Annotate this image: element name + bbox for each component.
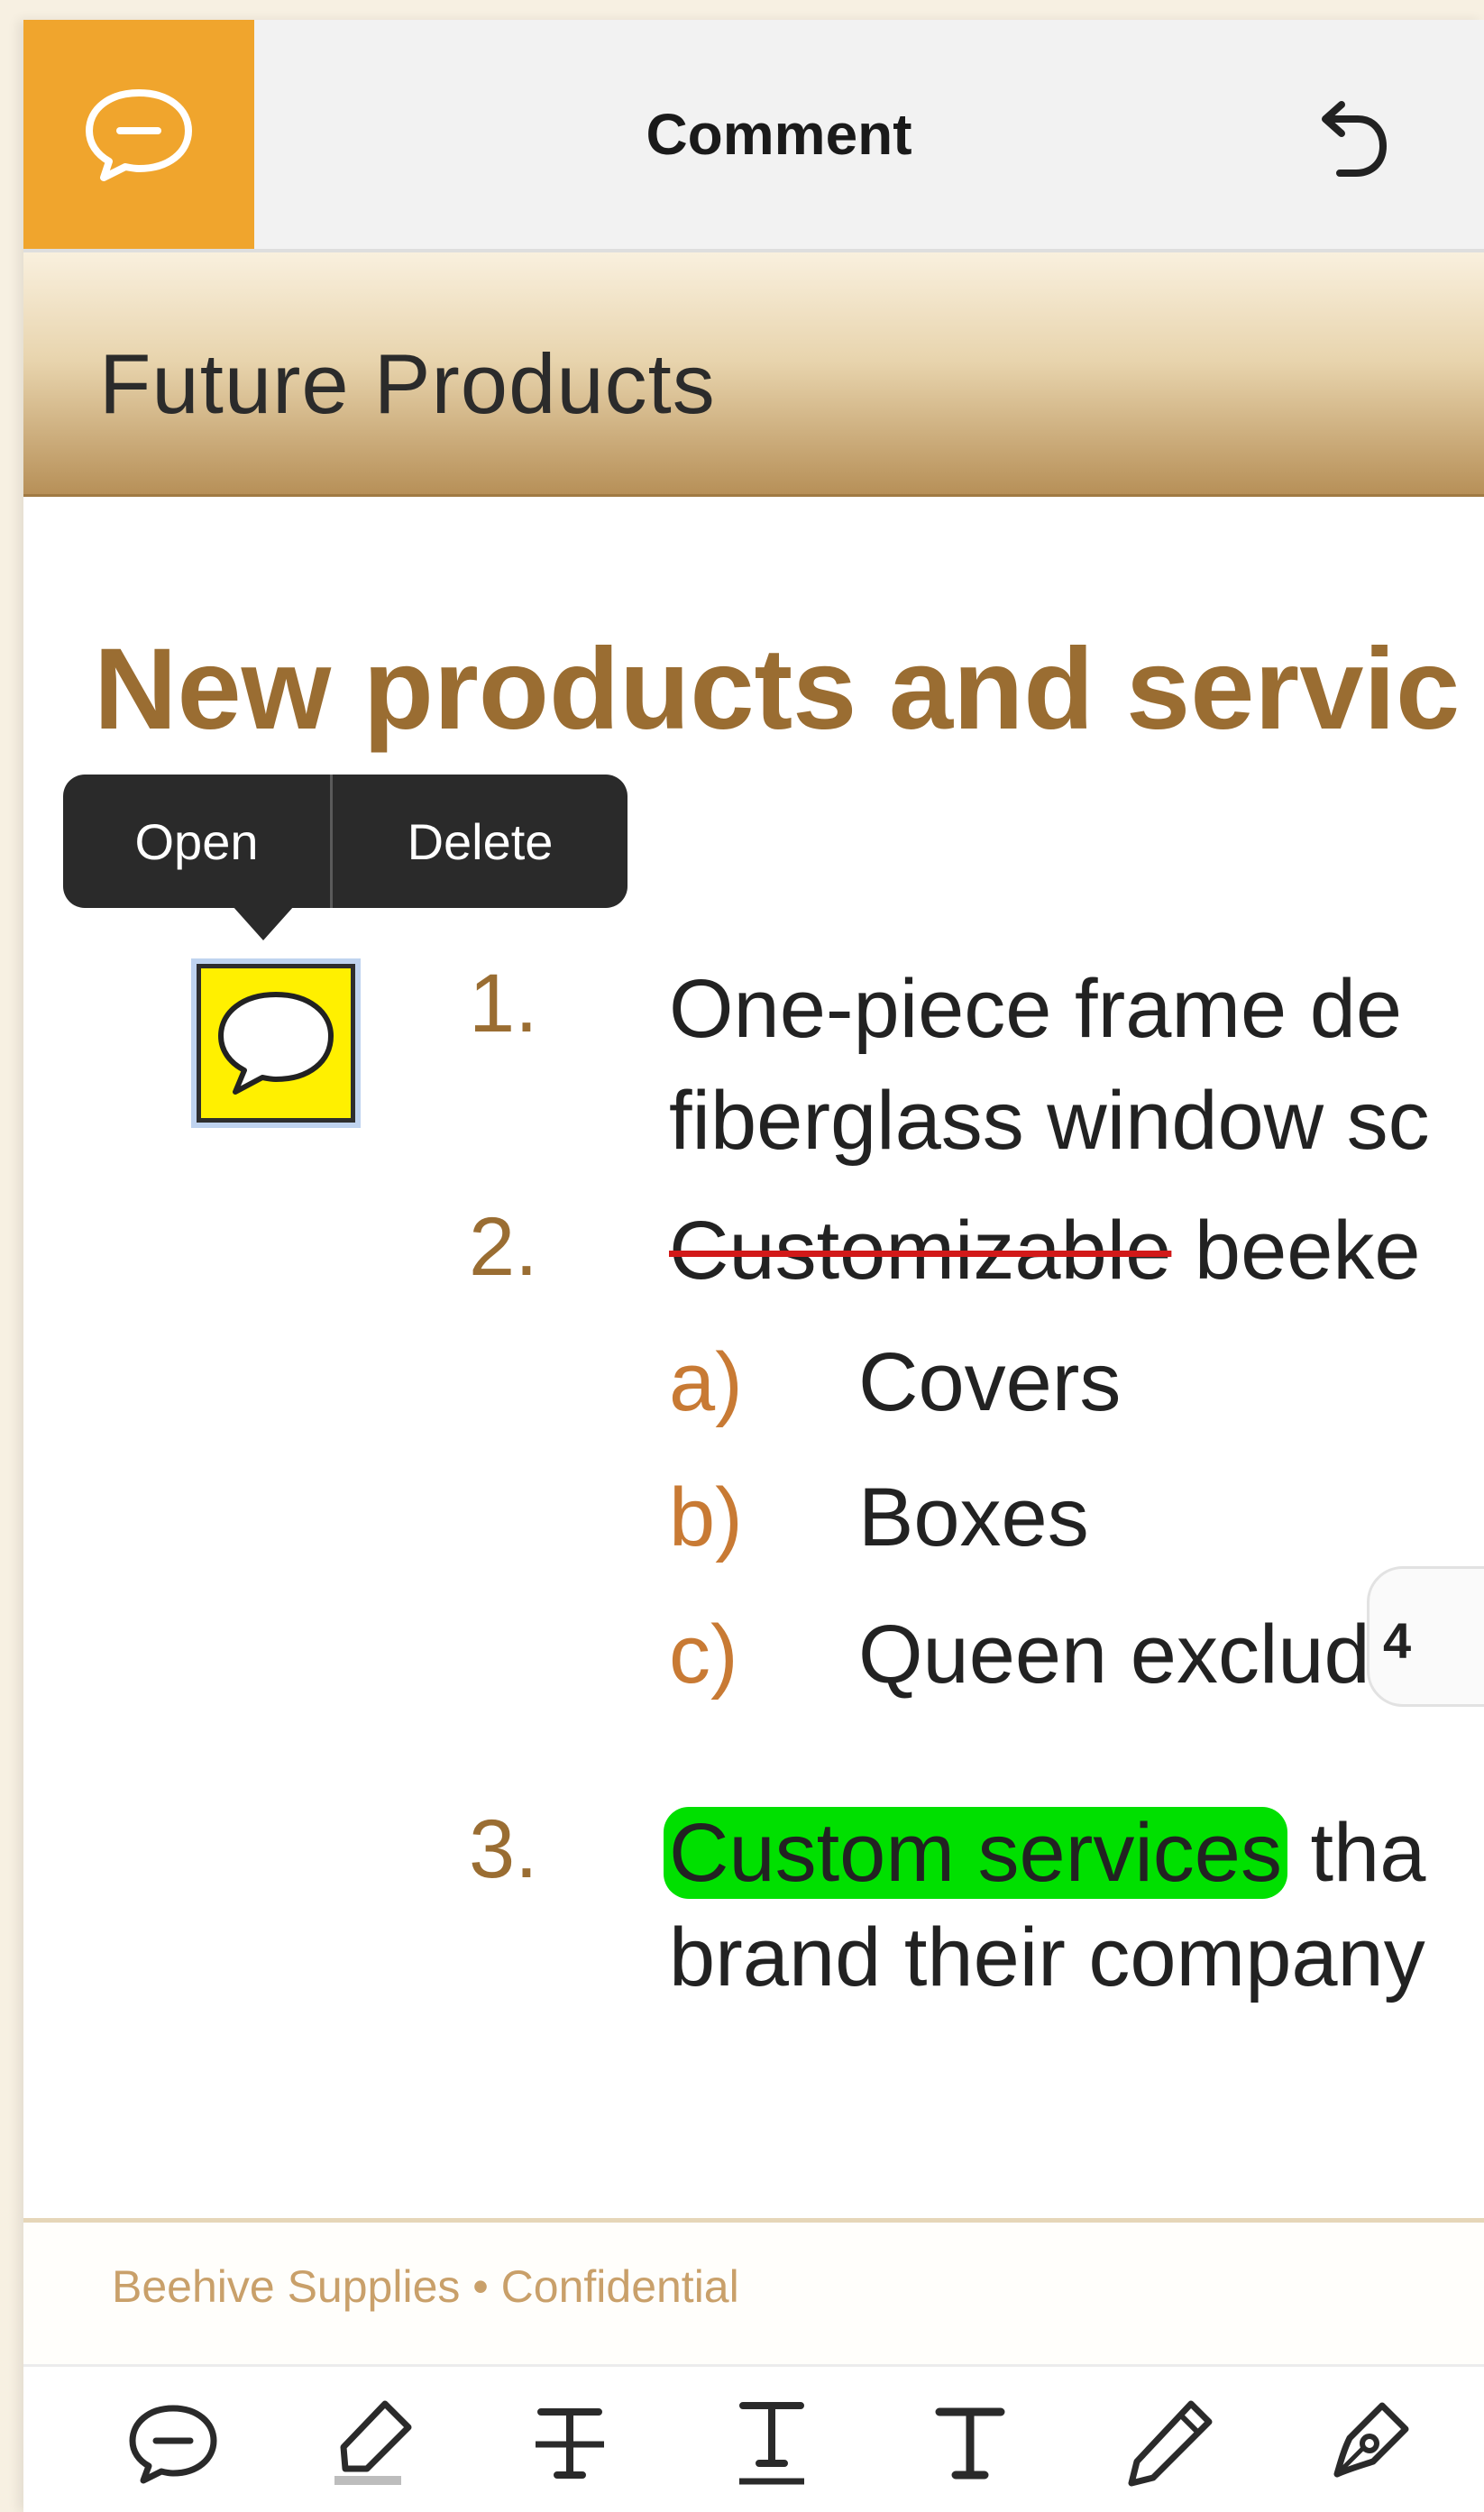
list-number: 1. — [469, 958, 538, 1050]
sub-list-text: Queen exclude — [858, 1609, 1416, 1701]
text-tool-button[interactable] — [916, 2388, 1024, 2497]
document-heading: New products and servic — [94, 625, 1461, 754]
section-header: Future Products — [23, 252, 1484, 497]
undo-icon — [1322, 101, 1388, 177]
annotation-context-menu: Open Delete — [63, 775, 627, 908]
undo-button[interactable] — [1304, 94, 1394, 184]
list-number: 2. — [469, 1201, 538, 1293]
sub-list-text: Boxes — [858, 1471, 1089, 1563]
footer-text: Beehive Supplies • Confidential — [112, 2261, 739, 2312]
list-item-text: Custom services tha — [664, 1806, 1425, 1901]
page-title: Comment — [646, 102, 912, 167]
text-icon — [935, 2407, 1005, 2480]
top-bar: Comment — [23, 20, 1484, 252]
sticky-note-comment-icon — [218, 992, 334, 1095]
comment-mode-button[interactable] — [23, 20, 254, 249]
document-page[interactable]: New products and servic Open Delete 1. O… — [23, 497, 1484, 2219]
strikethrough-text[interactable]: Customizable — [669, 1205, 1171, 1297]
list-item-text: brand their company — [669, 1912, 1425, 2003]
list-number: 3. — [469, 1803, 538, 1895]
underline-tool-button[interactable] — [718, 2388, 826, 2497]
comment-icon — [129, 2405, 217, 2484]
annotation-toolbar — [23, 2364, 1484, 2512]
highlight-tool-button[interactable] — [317, 2388, 426, 2497]
strikethrough-tool-button[interactable] — [516, 2388, 624, 2497]
sub-list-letter: c) — [669, 1609, 738, 1701]
popup-pointer — [233, 906, 294, 940]
open-button[interactable]: Open — [63, 775, 330, 908]
sub-list-text: Covers — [858, 1336, 1122, 1428]
signature-tool-button[interactable] — [1315, 2388, 1423, 2497]
sub-list-letter: a) — [669, 1336, 743, 1428]
sub-list-letter: b) — [669, 1471, 743, 1563]
draw-tool-button[interactable] — [1116, 2388, 1224, 2497]
list-item-text: One-piece frame de — [669, 963, 1403, 1055]
comment-bubble-icon — [86, 89, 192, 181]
comment-annotation[interactable] — [197, 964, 355, 1123]
highlighter-icon — [334, 2400, 412, 2485]
pencil-icon — [1128, 2400, 1213, 2487]
highlighted-text[interactable]: Custom services — [664, 1807, 1287, 1899]
page-number: 4 — [1383, 1612, 1412, 1669]
app-screen: Comment Future Products New products and… — [23, 20, 1484, 2512]
list-item-text: fiberglass window sc — [669, 1075, 1430, 1167]
signature-pen-icon — [1333, 2402, 1409, 2478]
document-footer: Beehive Supplies • Confidential — [23, 2218, 1484, 2369]
comment-tool-button[interactable] — [119, 2388, 227, 2497]
delete-button[interactable]: Delete — [333, 775, 627, 908]
list-item-text: Customizable beeke — [669, 1205, 1421, 1297]
section-title: Future Products — [99, 336, 716, 431]
strikethrough-icon — [536, 2408, 604, 2479]
underline-icon — [739, 2402, 804, 2485]
